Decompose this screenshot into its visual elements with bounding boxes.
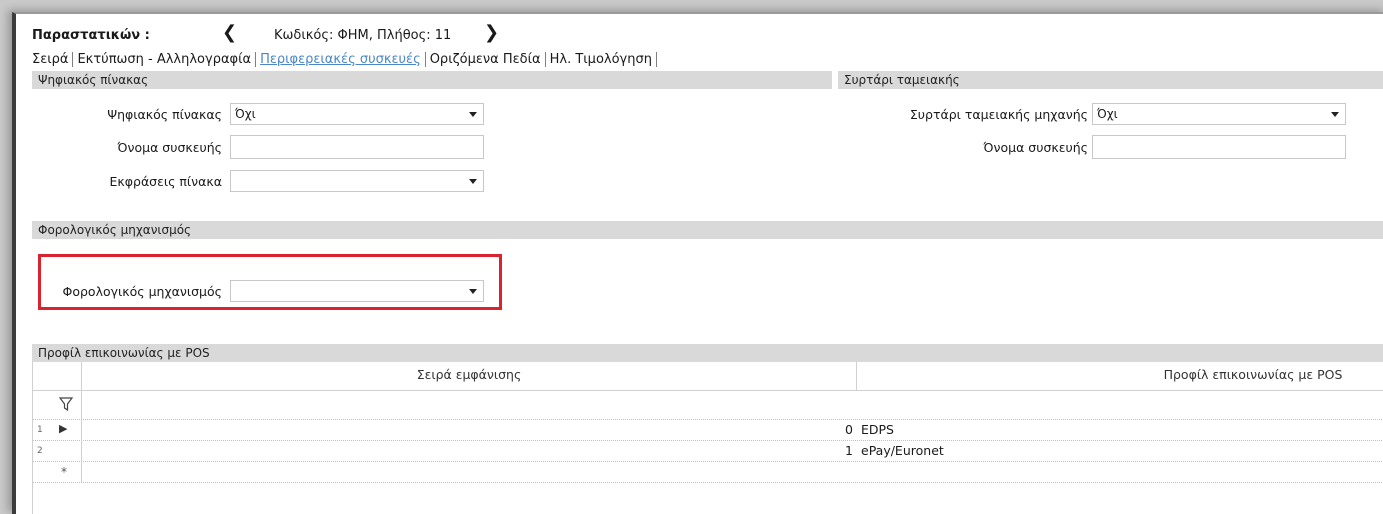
next-record-icon[interactable]: ❯ xyxy=(484,24,499,42)
filter-row[interactable] xyxy=(33,390,1383,420)
new-row-icon: * xyxy=(61,465,67,479)
column-divider xyxy=(81,419,82,440)
row-number: 1 xyxy=(37,425,43,435)
digital-board-label: Ψηφιακός πίνακας xyxy=(107,107,222,122)
column-divider xyxy=(856,362,857,390)
row-number: 2 xyxy=(37,446,43,456)
current-row-icon: ▶ xyxy=(59,422,68,435)
column-divider xyxy=(81,461,82,482)
tab-bar: Σειρά Εκτύπωση - Αλληλογραφία Περιφερεια… xyxy=(32,52,657,67)
pos-profile-grid: Σειρά εμφάνισης Προφίλ επικοινωνίας με P… xyxy=(32,362,1383,514)
tab-e-invoicing[interactable]: Ηλ. Τιμολόγηση xyxy=(546,52,657,67)
previous-record-icon[interactable]: ❮ xyxy=(222,24,237,42)
table-row[interactable]: 2 1 ePay/Euronet xyxy=(33,440,1383,462)
column-divider xyxy=(81,440,82,461)
record-info: Κωδικός: ΦΗΜ, Πλήθος: 11 xyxy=(274,28,452,43)
cash-drawer-label: Συρτάρι ταμειακής μηχανής xyxy=(909,107,1088,122)
filter-icon[interactable] xyxy=(58,397,74,414)
drawer-device-name-input[interactable] xyxy=(1092,135,1346,159)
column-divider xyxy=(81,390,82,419)
pos-section-header: Προφίλ επικοινωνίας με POS xyxy=(32,344,1383,362)
new-row[interactable]: * xyxy=(33,461,1383,483)
display-order-cell[interactable]: 1 xyxy=(793,443,853,458)
cash-drawer-select[interactable]: Όχι xyxy=(1092,103,1346,125)
column-header-display-order[interactable]: Σειρά εμφάνισης xyxy=(82,362,856,388)
tab-printing[interactable]: Εκτύπωση - Αλληλογραφία xyxy=(73,52,257,67)
fiscal-section-header: Φορολογικός μηχανισμός xyxy=(32,221,1383,239)
display-order-cell[interactable]: 0 xyxy=(793,422,853,437)
document-series-window: Παραστατικών : ❮ Κωδικός: ΦΗΜ, Πλήθος: 1… xyxy=(12,12,1383,514)
drawer-device-name-label: Όνομα συσκευής xyxy=(983,140,1088,155)
cash-drawer-value: Όχι xyxy=(1097,107,1118,121)
digital-board-select[interactable]: Όχι xyxy=(230,103,484,125)
column-header-pos-profile[interactable]: Προφίλ επικοινωνίας με POS xyxy=(1133,362,1373,388)
grid-header-row: Σειρά εμφάνισης Προφίλ επικοινωνίας με P… xyxy=(33,362,1383,391)
pos-profile-cell[interactable]: ePay/Euronet xyxy=(861,443,944,458)
page-title: Παραστατικών : xyxy=(32,28,150,43)
chevron-down-icon[interactable] xyxy=(469,179,477,184)
tab-peripherals[interactable]: Περιφερειακές συσκευές xyxy=(256,52,426,67)
chevron-down-icon[interactable] xyxy=(469,289,477,294)
board-expressions-label: Εκφράσεις πίνακα xyxy=(109,174,223,189)
tab-defined-fields[interactable]: Οριζόμενα Πεδία xyxy=(426,52,546,67)
fiscal-mechanism-select[interactable] xyxy=(230,280,484,302)
cash-drawer-section-header: Συρτάρι ταμειακής xyxy=(838,71,1383,89)
chevron-down-icon[interactable] xyxy=(469,112,477,117)
digital-board-value: Όχι xyxy=(235,107,256,121)
chevron-down-icon[interactable] xyxy=(1331,112,1339,117)
device-name-input[interactable] xyxy=(230,135,484,159)
table-row[interactable]: 1 ▶ 0 EDPS xyxy=(33,419,1383,441)
digital-board-section-header: Ψηφιακός πίνακας xyxy=(32,71,832,89)
pos-profile-cell[interactable]: EDPS xyxy=(861,422,894,437)
device-name-label: Όνομα συσκευής xyxy=(117,140,222,155)
fiscal-mechanism-label: Φορολογικός μηχανισμός xyxy=(62,284,222,299)
tab-series[interactable]: Σειρά xyxy=(32,52,74,67)
board-expressions-select[interactable] xyxy=(230,170,484,192)
